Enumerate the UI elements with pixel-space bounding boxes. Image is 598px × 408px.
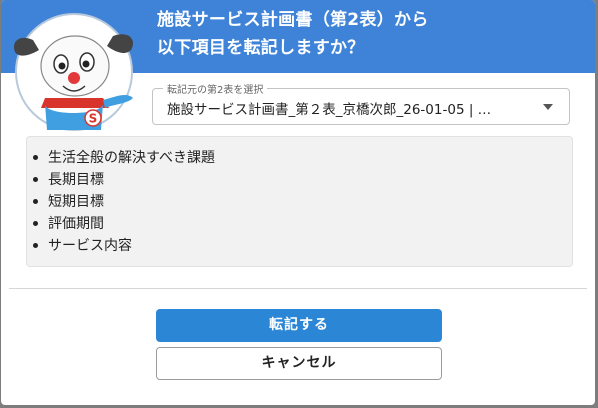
- dialog-title-line1: 施設サービス計画書（第2表）から: [157, 10, 429, 30]
- svg-text:S: S: [89, 112, 98, 126]
- bullet-icon: [33, 199, 38, 204]
- list-item: 生活全般の解決すべき課題: [27, 147, 572, 169]
- source-select-value: 施設サービス計画書_第２表_京橋次郎_26-01-05 | …: [167, 102, 492, 118]
- list-item-label: 長期目標: [48, 172, 104, 188]
- dialog-title-line2: 以下項目を転記しますか？: [157, 38, 365, 58]
- bullet-icon: [33, 155, 38, 160]
- list-item-label: 評価期間: [48, 216, 104, 232]
- chevron-down-icon[interactable]: [543, 104, 553, 110]
- divider: [9, 288, 587, 289]
- list-item-label: サービス内容: [48, 238, 132, 254]
- source-select[interactable]: 転記元の第2表を選択 施設サービス計画書_第２表_京橋次郎_26-01-05 |…: [152, 81, 570, 125]
- list-item: サービス内容: [27, 235, 572, 257]
- bullet-icon: [33, 177, 38, 182]
- list-item: 短期目標: [27, 191, 572, 213]
- mascot-logo: S: [13, 13, 133, 131]
- transfer-dialog: 施設サービス計画書（第2表）から 以下項目を転記しますか？ S 転記元の第2表を…: [1, 0, 595, 405]
- dialog-title: 施設サービス計画書（第2表）から 以下項目を転記しますか？: [157, 6, 577, 62]
- bullet-icon: [33, 221, 38, 226]
- cancel-button[interactable]: キャンセル: [156, 347, 442, 380]
- confirm-transfer-button[interactable]: 転記する: [156, 309, 442, 342]
- list-item-label: 短期目標: [48, 194, 104, 210]
- transfer-items-panel: 生活全般の解決すべき課題 長期目標 短期目標 評価期間 サービス内容: [26, 136, 573, 267]
- source-select-label: 転記元の第2表を選択: [163, 81, 268, 96]
- bullet-icon: [33, 243, 38, 248]
- list-item: 長期目標: [27, 169, 572, 191]
- transfer-items-list: 生活全般の解決すべき課題 長期目標 短期目標 評価期間 サービス内容: [27, 137, 572, 257]
- list-item-label: 生活全般の解決すべき課題: [48, 150, 216, 166]
- list-item: 評価期間: [27, 213, 572, 235]
